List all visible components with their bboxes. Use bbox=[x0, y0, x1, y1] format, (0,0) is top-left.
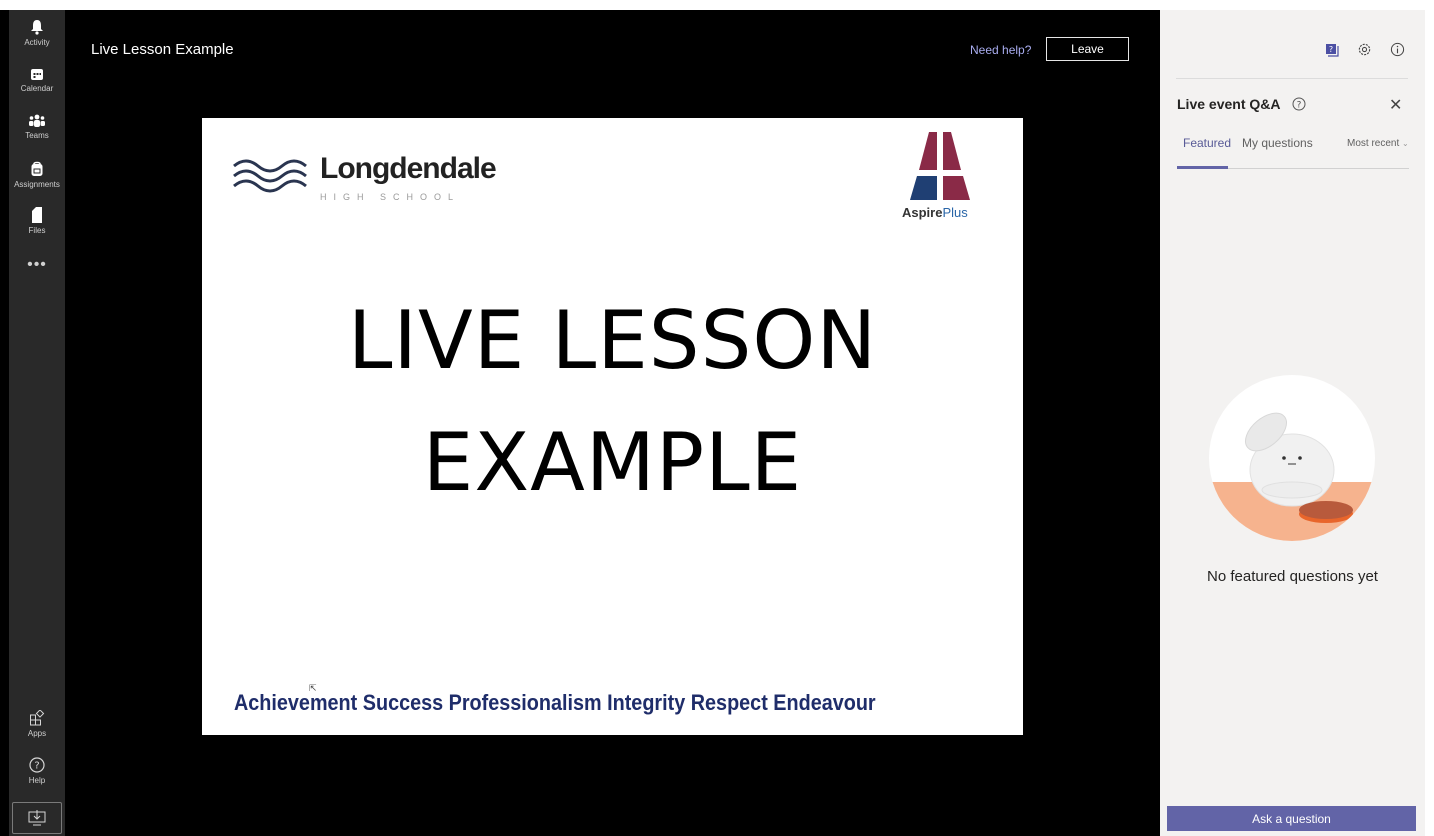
rail-label: Files bbox=[28, 226, 46, 235]
chevron-down-icon: ⌄ bbox=[1402, 139, 1409, 148]
slide-title: LIVE LESSON EXAMPLE bbox=[202, 280, 1023, 524]
ask-question-button[interactable]: Ask a question bbox=[1167, 806, 1416, 831]
value-word: Endeavour bbox=[773, 690, 876, 715]
empty-jar-illustration bbox=[1209, 375, 1375, 541]
aspireplus-logo bbox=[910, 132, 970, 200]
qa-panel: ? Live event Q&A ? ✕ Featured My questio… bbox=[1160, 10, 1425, 836]
slide-title-line: EXAMPLE bbox=[422, 416, 803, 509]
trust-name-part: Aspire bbox=[902, 205, 943, 220]
value-word: Integrity bbox=[607, 690, 686, 715]
school-subtitle: HIGH SCHOOL bbox=[320, 192, 461, 202]
teams-icon bbox=[29, 114, 45, 127]
qa-icon[interactable]: ? bbox=[1325, 43, 1339, 57]
window-edge bbox=[1425, 10, 1434, 836]
calendar-icon bbox=[31, 69, 43, 80]
presentation-slide: Longdendale HIGH SCHOOL AspirePlus LIVE … bbox=[202, 118, 1023, 735]
app-rail: Activity Calendar Teams Assignments File… bbox=[9, 10, 65, 836]
trust-name: AspirePlus bbox=[902, 205, 968, 220]
help-circle-icon[interactable]: ? bbox=[1292, 97, 1306, 111]
slide-title-line: LIVE LESSON bbox=[347, 294, 878, 387]
school-name: Longdendale bbox=[320, 152, 497, 185]
tab-my-questions[interactable]: My questions bbox=[1242, 136, 1313, 150]
value-word: Achievement bbox=[234, 690, 358, 715]
value-word: Professionalism bbox=[448, 690, 602, 715]
rail-label: Calendar bbox=[20, 84, 54, 93]
sort-dropdown[interactable]: Most recent ⌄ bbox=[1347, 138, 1409, 149]
apps-icon bbox=[30, 710, 45, 726]
more-apps-icon[interactable]: ••• bbox=[9, 256, 65, 274]
assignments-icon bbox=[31, 161, 43, 176]
svg-text:?: ? bbox=[1329, 45, 1333, 54]
tab-featured[interactable]: Featured bbox=[1183, 136, 1231, 150]
rail-label: Assignments bbox=[14, 180, 60, 189]
longdendale-logo bbox=[233, 159, 307, 193]
settings-gear-icon[interactable] bbox=[1357, 42, 1372, 57]
panel-toolbar: ? bbox=[1325, 42, 1405, 57]
value-word: Respect bbox=[690, 690, 768, 715]
rail-teams[interactable]: Teams bbox=[9, 114, 65, 158]
active-tab-indicator bbox=[1177, 166, 1228, 169]
download-app-button[interactable] bbox=[12, 802, 62, 834]
rail-label: Activity bbox=[24, 38, 50, 47]
top-strip bbox=[0, 0, 1434, 10]
file-icon bbox=[32, 207, 42, 223]
value-word: Success bbox=[362, 690, 444, 715]
svg-text:?: ? bbox=[34, 761, 39, 772]
rail-activity[interactable]: Activity bbox=[9, 19, 65, 63]
rail-assignments[interactable]: Assignments bbox=[9, 161, 65, 205]
school-values: Achievement Success Professionalism Inte… bbox=[234, 690, 918, 716]
rail-label: Apps bbox=[27, 729, 47, 738]
rail-apps[interactable]: Apps bbox=[9, 710, 65, 754]
divider bbox=[1176, 78, 1408, 79]
event-title: Live Lesson Example bbox=[91, 41, 234, 58]
rail-help[interactable]: ? Help bbox=[9, 757, 65, 801]
rail-label: Teams bbox=[25, 131, 49, 140]
svg-text:?: ? bbox=[1297, 101, 1302, 111]
bell-icon bbox=[31, 20, 43, 35]
help-icon: ? bbox=[29, 757, 45, 773]
rail-label: Help bbox=[28, 776, 46, 785]
sort-label: Most recent bbox=[1347, 138, 1400, 149]
panel-title: Live event Q&A bbox=[1177, 96, 1281, 112]
rail-calendar[interactable]: Calendar bbox=[9, 67, 65, 111]
rail-files[interactable]: Files bbox=[9, 207, 65, 251]
close-icon[interactable]: ✕ bbox=[1389, 95, 1402, 115]
download-icon bbox=[28, 810, 46, 826]
info-icon[interactable] bbox=[1390, 42, 1405, 57]
leave-button[interactable]: Leave bbox=[1046, 37, 1129, 61]
need-help-link[interactable]: Need help? bbox=[970, 43, 1031, 57]
empty-state-message: No featured questions yet bbox=[1207, 568, 1378, 585]
trust-name-part: Plus bbox=[942, 205, 968, 220]
